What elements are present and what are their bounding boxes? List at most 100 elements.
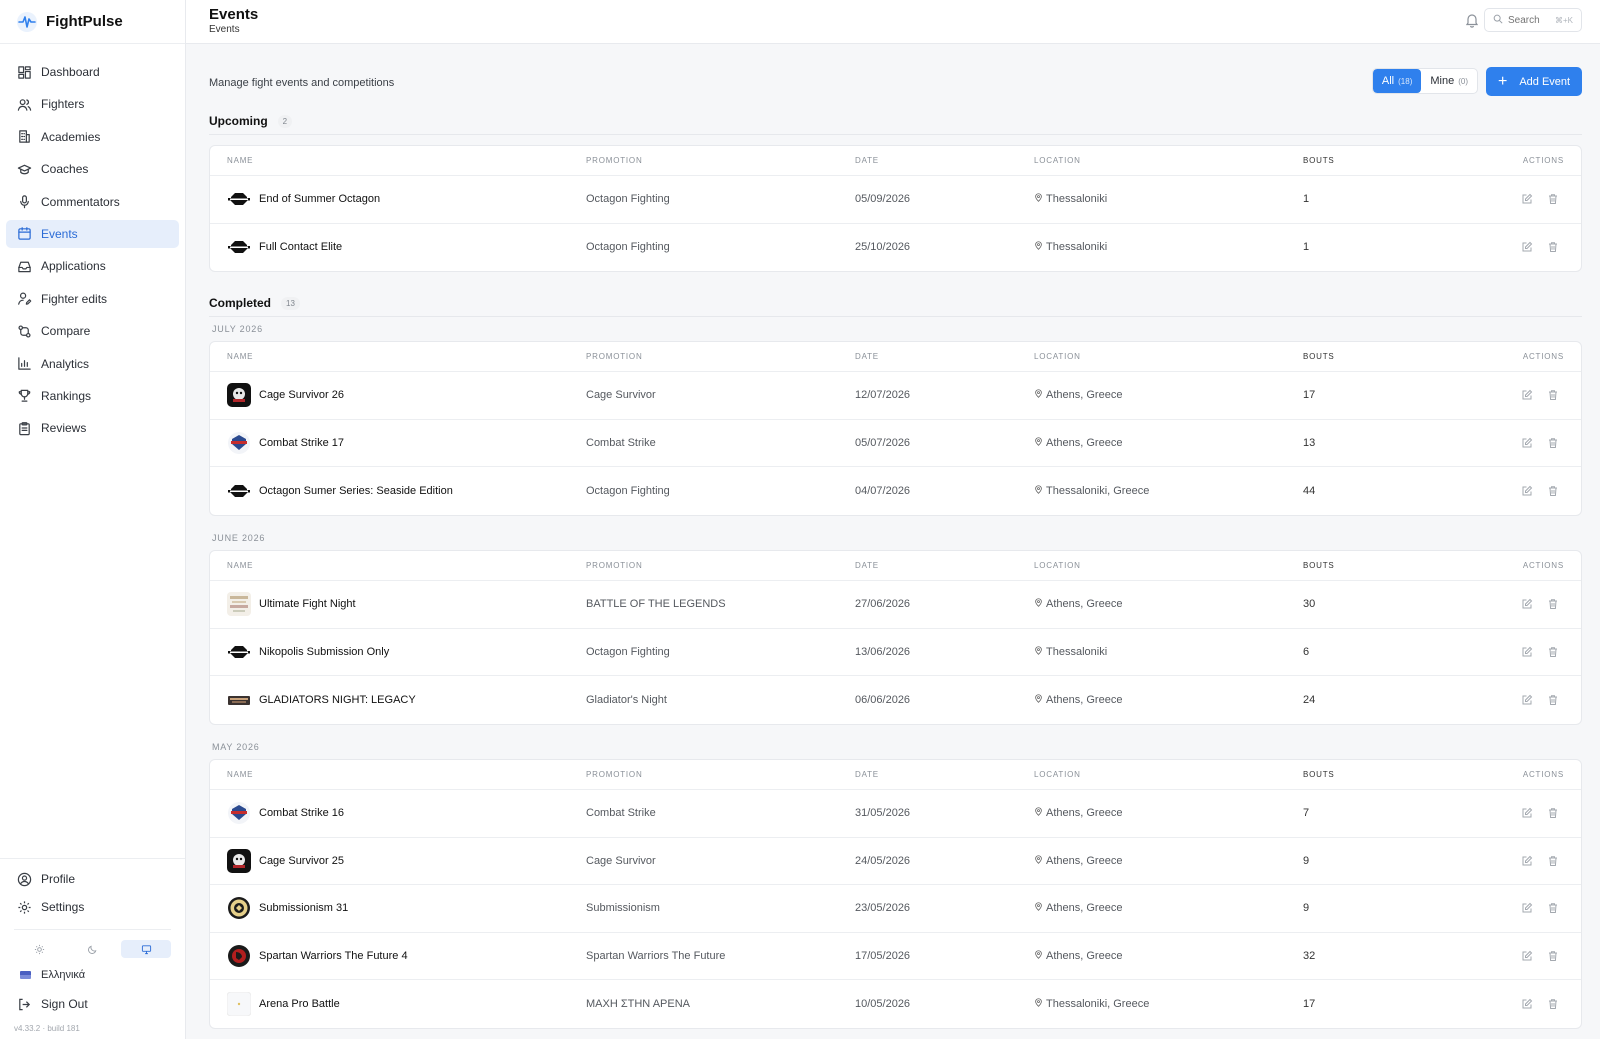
col-name[interactable]: NAME bbox=[227, 352, 253, 361]
event-name[interactable]: Arena Pro Battle bbox=[259, 998, 340, 1010]
col-location[interactable]: LOCATION bbox=[1034, 352, 1081, 361]
event-name-cell[interactable]: End of Summer Octagon bbox=[227, 187, 380, 211]
table-row[interactable]: Combat Strike 16 Combat Strike 31/05/2026 A… bbox=[210, 790, 1581, 838]
col-promotion[interactable]: PROMOTION bbox=[586, 561, 643, 570]
breadcrumb[interactable]: Events bbox=[209, 24, 240, 35]
sign-out-button[interactable]: Sign Out bbox=[6, 990, 179, 1018]
sidebar-item-analytics[interactable]: Analytics bbox=[6, 350, 179, 378]
sidebar-item-reviews[interactable]: Reviews bbox=[6, 414, 179, 442]
edit-icon[interactable] bbox=[1521, 485, 1533, 497]
event-name[interactable]: Ultimate Fight Night bbox=[259, 598, 356, 610]
table-row[interactable]: Octagon Sumer Series: Seaside Edition Oct… bbox=[210, 467, 1581, 515]
sidebar-item-fighters[interactable]: Fighters bbox=[6, 90, 179, 118]
trash-icon[interactable] bbox=[1547, 598, 1559, 610]
edit-icon[interactable] bbox=[1521, 193, 1533, 205]
table-row[interactable]: Arena Pro Battle ΜΑΧΗ ΣΤΗΝ ΑΡΕΝΑ 10/05/202… bbox=[210, 980, 1581, 1028]
col-promotion[interactable]: PROMOTION bbox=[586, 156, 643, 165]
event-name-cell[interactable]: Cage Survivor 25 bbox=[227, 848, 344, 873]
sidebar-item-applications[interactable]: Applications bbox=[6, 252, 179, 280]
trash-icon[interactable] bbox=[1547, 902, 1559, 914]
event-name-cell[interactable]: Nikopolis Submission Only bbox=[227, 640, 389, 664]
event-name-cell[interactable]: Submissionism 31 bbox=[227, 896, 348, 920]
col-promotion[interactable]: PROMOTION bbox=[586, 352, 643, 361]
event-name-cell[interactable]: Arena Pro Battle bbox=[227, 992, 340, 1017]
bell-icon[interactable] bbox=[1464, 12, 1480, 28]
sun-icon[interactable] bbox=[14, 940, 64, 958]
col-date[interactable]: DATE bbox=[855, 561, 879, 570]
edit-icon[interactable] bbox=[1521, 855, 1533, 867]
add-event-button[interactable]: + Add Event bbox=[1486, 67, 1582, 96]
col-actions[interactable]: ACTIONS bbox=[1523, 156, 1564, 165]
event-name[interactable]: Octagon Sumer Series: Seaside Edition bbox=[259, 485, 453, 497]
table-row[interactable]: GLADIATORS NIGHT: LEGACY Gladiator's Nigh… bbox=[210, 676, 1581, 724]
sidebar-item-academies[interactable]: Academies bbox=[6, 123, 179, 151]
table-row[interactable]: Full Contact Elite Octagon Fighting 25/10/… bbox=[210, 224, 1581, 272]
col-location[interactable]: LOCATION bbox=[1034, 770, 1081, 779]
brand[interactable]: FightPulse bbox=[0, 0, 185, 44]
col-actions[interactable]: ACTIONS bbox=[1523, 352, 1564, 361]
col-location[interactable]: LOCATION bbox=[1034, 156, 1081, 165]
col-date[interactable]: DATE bbox=[855, 770, 879, 779]
trash-icon[interactable] bbox=[1547, 998, 1559, 1010]
edit-icon[interactable] bbox=[1521, 437, 1533, 449]
event-name-cell[interactable]: Spartan Warriors The Future 4 bbox=[227, 944, 408, 968]
trash-icon[interactable] bbox=[1547, 485, 1559, 497]
edit-icon[interactable] bbox=[1521, 598, 1533, 610]
edit-icon[interactable] bbox=[1521, 902, 1533, 914]
table-row[interactable]: Spartan Warriors The Future 4 Spartan War… bbox=[210, 933, 1581, 981]
event-name[interactable]: GLADIATORS NIGHT: LEGACY bbox=[259, 694, 416, 706]
event-name-cell[interactable]: Ultimate Fight Night bbox=[227, 592, 356, 617]
col-name[interactable]: NAME bbox=[227, 770, 253, 779]
col-actions[interactable]: ACTIONS bbox=[1523, 561, 1564, 570]
sidebar-item-settings[interactable]: Settings bbox=[6, 893, 179, 921]
sidebar-item-events[interactable]: Events bbox=[6, 219, 179, 248]
event-name-cell[interactable]: Combat Strike 16 bbox=[227, 801, 344, 825]
trash-icon[interactable] bbox=[1547, 437, 1559, 449]
edit-icon[interactable] bbox=[1521, 241, 1533, 253]
event-name-cell[interactable]: Combat Strike 17 bbox=[227, 431, 344, 455]
trash-icon[interactable] bbox=[1547, 694, 1559, 706]
monitor-icon[interactable] bbox=[121, 940, 171, 958]
search-box[interactable]: ⌘+K bbox=[1484, 8, 1582, 32]
table-row[interactable]: Combat Strike 17 Combat Strike 05/07/2026 A… bbox=[210, 420, 1581, 468]
event-name[interactable]: Full Contact Elite bbox=[259, 241, 342, 253]
edit-icon[interactable] bbox=[1521, 998, 1533, 1010]
table-row[interactable]: Nikopolis Submission Only Octagon Fightin… bbox=[210, 629, 1581, 677]
table-row[interactable]: Submissionism 31 Submissionism 23/05/2026 A… bbox=[210, 885, 1581, 933]
col-name[interactable]: NAME bbox=[227, 561, 253, 570]
col-date[interactable]: DATE bbox=[855, 352, 879, 361]
col-actions[interactable]: ACTIONS bbox=[1523, 770, 1564, 779]
edit-icon[interactable] bbox=[1521, 389, 1533, 401]
col-bouts[interactable]: BOUTS bbox=[1303, 561, 1335, 570]
col-name[interactable]: NAME bbox=[227, 156, 253, 165]
event-name-cell[interactable]: Octagon Sumer Series: Seaside Edition bbox=[227, 479, 453, 503]
event-name[interactable]: End of Summer Octagon bbox=[259, 193, 380, 205]
table-row[interactable]: End of Summer Octagon Octagon Fighting 05/… bbox=[210, 176, 1581, 224]
edit-icon[interactable] bbox=[1521, 694, 1533, 706]
moon-icon[interactable] bbox=[68, 940, 118, 958]
sidebar-item-profile[interactable]: Profile bbox=[6, 865, 179, 893]
trash-icon[interactable] bbox=[1547, 807, 1559, 819]
col-location[interactable]: LOCATION bbox=[1034, 561, 1081, 570]
sidebar-item-fighter-edits[interactable]: Fighter edits bbox=[6, 285, 179, 313]
sidebar-item-dashboard[interactable]: Dashboard bbox=[6, 58, 179, 86]
event-name-cell[interactable]: Full Contact Elite bbox=[227, 235, 342, 259]
event-name[interactable]: Submissionism 31 bbox=[259, 902, 348, 914]
edit-icon[interactable] bbox=[1521, 950, 1533, 962]
search-input[interactable] bbox=[1508, 14, 1552, 26]
col-bouts[interactable]: BOUTS bbox=[1303, 770, 1335, 779]
sidebar-item-compare[interactable]: Compare bbox=[6, 317, 179, 345]
edit-icon[interactable] bbox=[1521, 807, 1533, 819]
table-row[interactable]: Cage Survivor 26 Cage Survivor 12/07/2026 A… bbox=[210, 372, 1581, 420]
language-selector[interactable]: Ελληνικά bbox=[20, 966, 179, 984]
col-promotion[interactable]: PROMOTION bbox=[586, 770, 643, 779]
col-bouts[interactable]: BOUTS bbox=[1303, 352, 1335, 361]
trash-icon[interactable] bbox=[1547, 193, 1559, 205]
table-row[interactable]: Cage Survivor 25 Cage Survivor 24/05/2026 A… bbox=[210, 838, 1581, 886]
table-row[interactable]: Ultimate Fight Night BATTLE OF THE LEGEND… bbox=[210, 581, 1581, 629]
trash-icon[interactable] bbox=[1547, 646, 1559, 658]
trash-icon[interactable] bbox=[1547, 389, 1559, 401]
event-name[interactable]: Spartan Warriors The Future 4 bbox=[259, 950, 408, 962]
trash-icon[interactable] bbox=[1547, 855, 1559, 867]
event-name[interactable]: Nikopolis Submission Only bbox=[259, 646, 389, 658]
